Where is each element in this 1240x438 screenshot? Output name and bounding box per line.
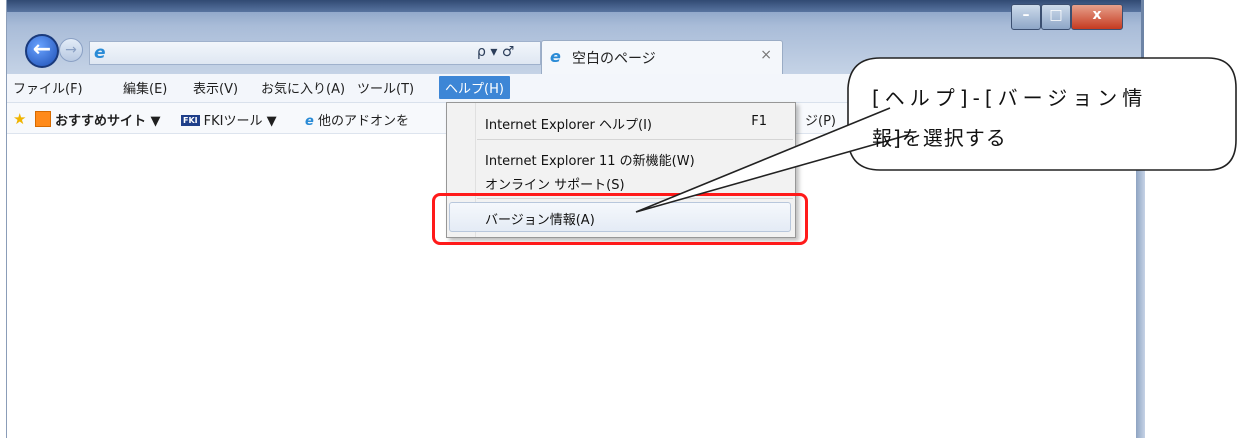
callout-text: [ヘルプ]-[バージョン情 報]を選択する [872, 78, 1232, 158]
callout-line-1: [ヘルプ]-[バージョン情 [872, 86, 1148, 110]
callout-line-2: 報]を選択する [872, 126, 1007, 150]
callout-bubble [635, 57, 1237, 213]
